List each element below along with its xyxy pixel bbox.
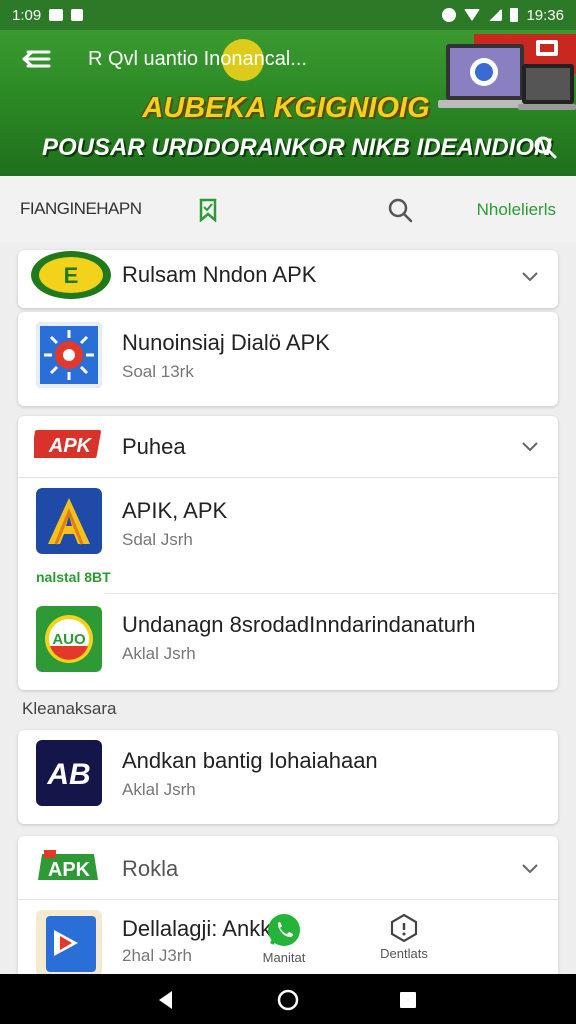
chevron-down-icon[interactable] bbox=[520, 858, 540, 878]
signal-icon bbox=[488, 9, 503, 21]
app-icon: AB bbox=[36, 740, 102, 806]
category-title: Puhea bbox=[122, 434, 186, 459]
app-title: Dellalagji: Ankk bbox=[122, 916, 272, 941]
svg-text:AUO: AUO bbox=[52, 631, 86, 648]
toolbar-action-link[interactable]: Nholelierls bbox=[477, 200, 556, 220]
category-title: Rokla bbox=[122, 856, 179, 881]
app-icon bbox=[36, 488, 102, 554]
app-card[interactable]: Nunoinsiaj Dialö APK Soal 13rk bbox=[18, 312, 558, 406]
system-nav-bar bbox=[0, 974, 576, 1024]
app-row[interactable]: Nunoinsiaj Dialö APK Soal 13rk bbox=[18, 312, 558, 406]
header-title: R Qvl uantio Inonancal... bbox=[88, 48, 308, 70]
apk-logo: APK bbox=[30, 426, 104, 462]
status-time: 1:09 bbox=[12, 6, 42, 24]
category-header-row[interactable]: APK Puhea bbox=[18, 416, 558, 478]
category-header-row[interactable]: APK Rokla bbox=[18, 836, 558, 900]
whatsapp-icon bbox=[268, 914, 300, 946]
lock-icon bbox=[71, 9, 84, 21]
app-subtitle: Sdal Jsrh bbox=[122, 530, 193, 549]
toolbar-search-icon[interactable] bbox=[386, 196, 414, 224]
tab-details[interactable]: Dentlats bbox=[374, 912, 434, 961]
svg-text:APK: APK bbox=[48, 859, 91, 881]
back-icon[interactable] bbox=[154, 988, 178, 1012]
svg-text:AB: AB bbox=[46, 758, 90, 791]
app-icon: AUO bbox=[36, 606, 102, 672]
app-subtitle: 2hal J3rh bbox=[122, 946, 192, 965]
banner-subheadline: POUSAR URDDORANKOR NIKB IDEANDION bbox=[42, 134, 552, 161]
wifi-icon bbox=[464, 9, 481, 21]
app-row[interactable]: AUO Undanagn 8srodadInndarindanaturh Akl… bbox=[18, 594, 558, 690]
notification-icon bbox=[49, 9, 64, 21]
back-menu-button[interactable] bbox=[18, 44, 54, 74]
search-icon[interactable] bbox=[532, 134, 558, 160]
app-subtitle: Soal 13rk bbox=[122, 362, 194, 381]
tab-label: Manitat bbox=[262, 950, 306, 965]
toolbar-label: FIANGINEHAPN bbox=[20, 199, 142, 218]
app-title: APIK, APK bbox=[122, 498, 228, 523]
status-bar: 1:09 19:36 bbox=[0, 0, 576, 30]
app-card[interactable]: AB Andkan bantig Iohaiahaan Aklal Jsrh bbox=[18, 730, 558, 824]
category-card[interactable]: E Rulsam Nndon APK bbox=[18, 250, 558, 308]
install-note: nalstal 8BT bbox=[36, 569, 111, 585]
app-title: Undanagn 8srodadInndarindanaturh bbox=[122, 612, 476, 637]
banner-headline: AUBEKA KGIGNIOIG bbox=[142, 92, 430, 124]
bookmark-icon[interactable] bbox=[199, 198, 217, 222]
chevron-down-icon[interactable] bbox=[520, 436, 540, 456]
category-title: Rulsam Nndon APK bbox=[122, 262, 317, 287]
app-subtitle: Aklal Jsrh bbox=[122, 644, 196, 663]
apk-logo: APK bbox=[36, 848, 102, 886]
app-title: Nunoinsiaj Dialö APK bbox=[122, 330, 330, 355]
app-row[interactable]: AB Andkan bantig Iohaiahaan Aklal Jsrh bbox=[18, 730, 558, 824]
tab-label: Dentlats bbox=[380, 946, 428, 961]
app-icon bbox=[36, 322, 102, 388]
home-icon[interactable] bbox=[276, 988, 300, 1012]
app-subtitle: Aklal Jsrh bbox=[122, 780, 196, 799]
battery-icon bbox=[510, 8, 519, 22]
shield-icon bbox=[390, 913, 418, 943]
svg-text:APK: APK bbox=[48, 435, 93, 457]
section-label: Kleanaksara bbox=[22, 699, 117, 718]
app-icon bbox=[36, 910, 102, 976]
category-card[interactable]: APK Puhea APIK, APK Sdal Jsrh AUO Undana… bbox=[18, 416, 558, 690]
chevron-down-icon[interactable] bbox=[520, 266, 540, 286]
app-header: R Qvl uantio Inonancal... AUBEKA KGIGNIO… bbox=[0, 30, 576, 176]
app-title: Andkan bantig Iohaiahaan bbox=[122, 748, 378, 773]
menu-back-icon bbox=[22, 50, 51, 68]
category-logo: E bbox=[28, 250, 114, 302]
recents-icon[interactable] bbox=[396, 988, 420, 1012]
status-clock: 19:36 bbox=[526, 6, 564, 24]
tab-whatsapp[interactable]: Manitat bbox=[256, 912, 312, 965]
svg-text:E: E bbox=[64, 263, 79, 288]
alarm-icon bbox=[442, 8, 457, 22]
